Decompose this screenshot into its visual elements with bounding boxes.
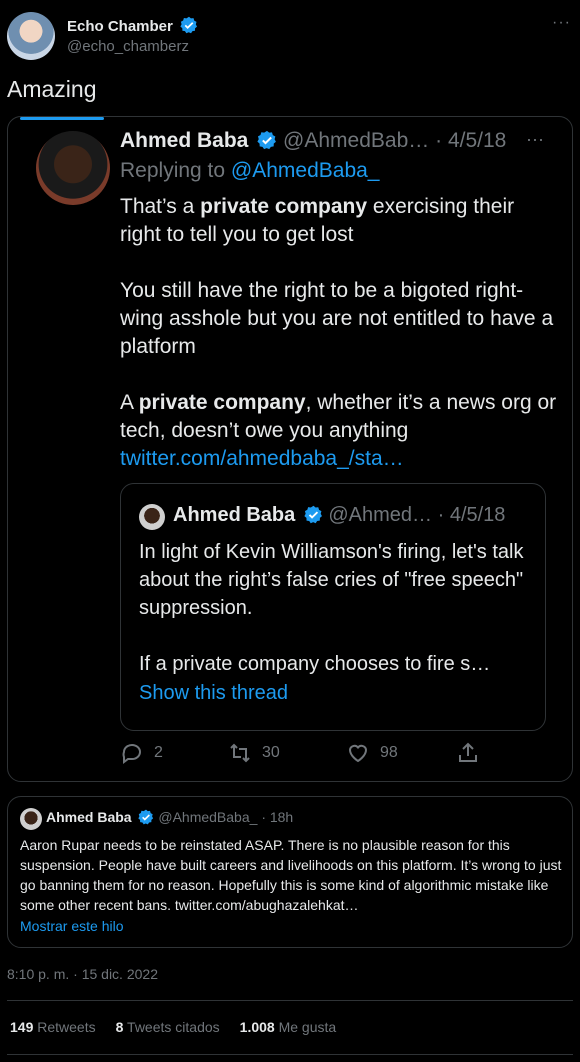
divider: [7, 1000, 573, 1001]
retweet-count: 30: [262, 744, 280, 761]
divider: [7, 1054, 573, 1055]
more-icon: ···: [526, 129, 544, 149]
inner-date: · 4/5/18: [437, 504, 506, 526]
retweet-action: 30: [228, 741, 280, 765]
quoted-header: Ahmed Baba @AhmedBab… · 4/5/18: [120, 129, 506, 153]
share-icon: [459, 742, 477, 762]
quoted-name: Ahmed Baba: [120, 129, 249, 152]
quoted2-time: · 18h: [261, 809, 294, 825]
verified-icon: [138, 809, 154, 825]
quoted-paragraph-2: You still have the right to be a bigoted…: [120, 279, 554, 358]
like-icon: [348, 744, 368, 763]
quoted-handle: @AhmedBab…: [283, 129, 430, 152]
quoted-paragraph-3: A private company, whether it’s a news o…: [120, 391, 557, 442]
quoted2-text: Aaron Rupar needs to be reinstated ASAP.…: [20, 837, 562, 913]
quoted-date: · 4/5/18: [435, 129, 507, 152]
quoted-actions: 2 30 98: [120, 741, 560, 769]
verified-icon: [257, 130, 277, 150]
like-count: 98: [380, 744, 398, 761]
quoted-paragraph-1: That’s a private company exercising thei…: [120, 195, 515, 246]
tweet-header: Echo Chamber @echo_chamberz ···: [7, 12, 573, 60]
inner-header: Ahmed Baba @Ahmed… · 4/5/18: [173, 504, 505, 527]
quoted2-handle: @AhmedBaba_: [158, 809, 258, 825]
author-name-text: Echo Chamber: [67, 18, 173, 35]
like-action: 98: [346, 741, 398, 765]
more-icon[interactable]: ···: [552, 14, 571, 32]
accent-bar: [20, 117, 104, 120]
author-name[interactable]: Echo Chamber: [67, 16, 198, 35]
quoted-avatar: [36, 131, 110, 205]
inner-name: Ahmed Baba: [173, 504, 296, 526]
quoted-tweet-image[interactable]: Ahmed Baba @AhmedBab… · 4/5/18 ··· Reply…: [7, 116, 573, 782]
inner-handle: @Ahmed…: [328, 504, 433, 526]
quoted-tweet-card[interactable]: Ahmed Baba @AhmedBaba_ · 18h Aaron Rupar…: [7, 796, 573, 948]
replying-to: Replying to @AhmedBaba_: [120, 159, 380, 183]
verified-icon: [180, 16, 198, 34]
show-thread-link[interactable]: Mostrar este hilo: [20, 918, 123, 934]
show-thread-link: Show this thread: [139, 682, 288, 704]
quoted2-header: Ahmed Baba @AhmedBaba_ · 18h: [46, 809, 293, 825]
author-handle[interactable]: @echo_chamberz: [67, 38, 189, 55]
inner-avatar: [139, 504, 165, 530]
quoted2-avatar: [20, 808, 42, 830]
stat-quote-tweets[interactable]: 8 Tweets citados: [116, 1019, 220, 1035]
replying-prefix: Replying to: [120, 159, 226, 182]
stat-likes[interactable]: 1.008 Me gusta: [240, 1019, 337, 1035]
reply-icon: [122, 744, 141, 764]
quoted-body: That’s a private company exercising thei…: [120, 193, 560, 473]
reply-count: 2: [154, 744, 163, 761]
reply-action: 2: [120, 741, 163, 765]
author-avatar[interactable]: [7, 12, 55, 60]
quoted-link: twitter.com/ahmedbaba_/sta…: [120, 447, 404, 470]
tweet-stats: 149 Retweets 8 Tweets citados 1.008 Me g…: [10, 1019, 336, 1035]
inner-paragraph-1: In light of Kevin Williamson's firing, l…: [139, 541, 524, 619]
quoted2-name: Ahmed Baba: [46, 809, 132, 825]
tweet-text: Amazing: [7, 76, 97, 102]
tweet-timestamp[interactable]: 8:10 p. m. · 15 dic. 2022: [7, 966, 158, 982]
stat-retweets[interactable]: 149 Retweets: [10, 1019, 96, 1035]
inner-paragraph-2: If a private company chooses to fire s…: [139, 653, 491, 675]
inner-body: In light of Kevin Williamson's firing, l…: [139, 538, 531, 678]
retweet-icon: [230, 743, 250, 763]
inner-quoted-tweet: Ahmed Baba @Ahmed… · 4/5/18 In light of …: [120, 483, 546, 731]
verified-icon: [304, 505, 322, 524]
replying-mention: @AhmedBaba_: [230, 159, 380, 182]
share-action: [456, 741, 480, 765]
